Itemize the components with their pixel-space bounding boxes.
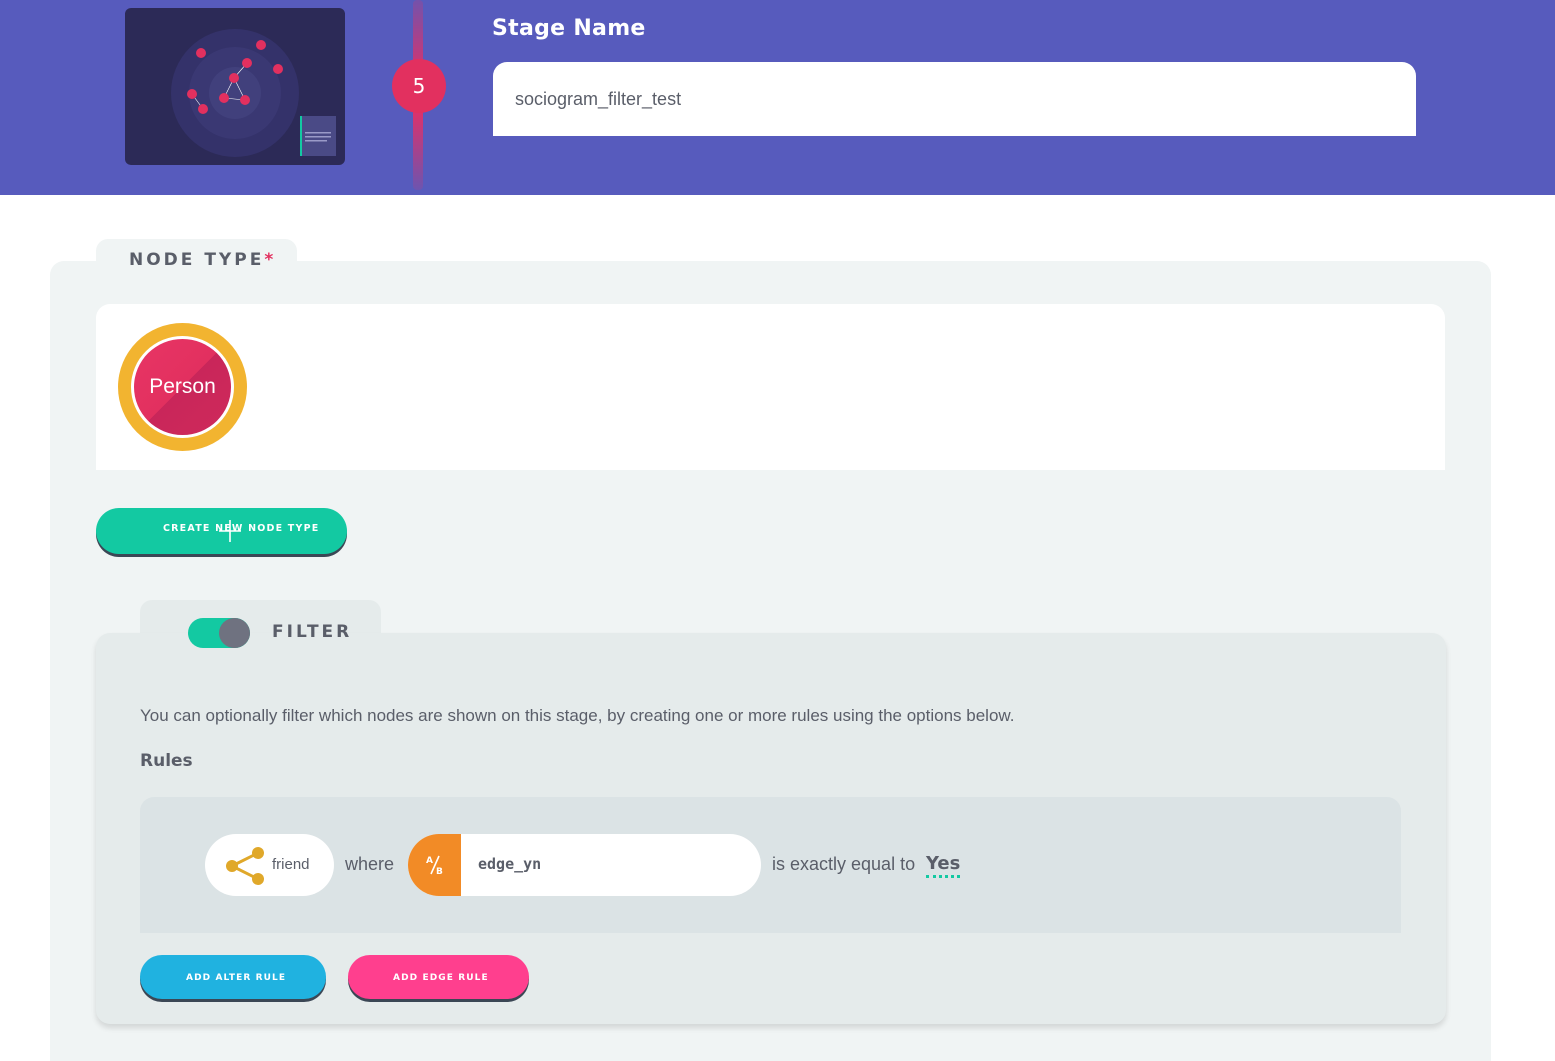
stage-name-label: Stage Name — [492, 16, 646, 41]
rule-entity-name[interactable]: friend — [272, 856, 310, 873]
rule-value[interactable]: Yes — [926, 853, 961, 878]
rule-variable-pill[interactable]: A B — [408, 834, 761, 896]
stage-number-badge: 5 — [392, 59, 446, 113]
stage-preview-thumbnail[interactable] — [125, 8, 345, 165]
filter-toggle-knob[interactable] — [219, 618, 250, 648]
variable-type-badge: A B — [408, 834, 461, 896]
node-type-heading: NODE TYPE* — [129, 250, 277, 270]
required-marker: * — [264, 250, 277, 270]
svg-text:B: B — [436, 867, 443, 876]
rule-variable-name[interactable]: edge_yn — [478, 855, 541, 873]
svg-text:A: A — [426, 856, 433, 866]
node-type-label: Person — [149, 375, 216, 398]
rules-heading: Rules — [140, 751, 193, 771]
share-icon — [226, 847, 264, 885]
add-edge-rule-label[interactable]: ADD EDGE RULE — [393, 973, 489, 983]
rule-operator: is exactly equal to — [772, 854, 916, 874]
filter-heading: FILTER — [272, 622, 353, 642]
sociogram-preview-image — [171, 29, 336, 157]
rule-joiner-text: where — [345, 854, 395, 874]
filter-description: You can optionally filter which nodes ar… — [140, 706, 1015, 725]
boolean-ab-icon: A B — [426, 855, 443, 876]
node-type-person[interactable]: Person — [131, 336, 234, 438]
create-new-node-type-label[interactable]: CREATE NEW NODE TYPE — [163, 523, 319, 534]
stage-name-input[interactable] — [493, 62, 1416, 136]
add-alter-rule-label[interactable]: ADD ALTER RULE — [186, 973, 286, 983]
node-type-picker — [96, 304, 1445, 470]
